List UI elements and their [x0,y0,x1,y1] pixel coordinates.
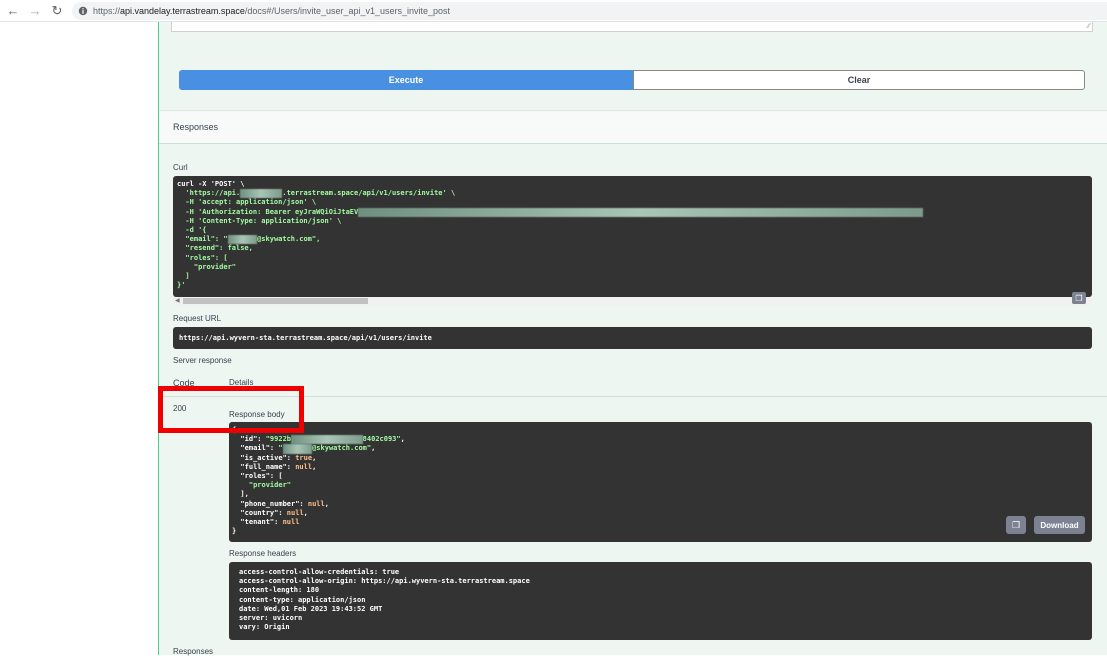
resize-grip-icon[interactable]: ∕∕ [1088,23,1090,30]
server-response-label: Server response [173,356,232,365]
url-path: /docs#/Users/invite_user_api_v1_users_in… [244,6,451,16]
curl-line: -d '{ [177,226,207,235]
operation-panel: ∕∕ Execute Clear Responses Curl curl -X … [158,22,1107,656]
clear-button[interactable]: Clear [633,70,1085,90]
curl-line: .terrastream.space/api/v1/users/invite' … [282,189,456,198]
header-line: server: uvicorn [239,614,303,623]
curl-line: }' [177,281,186,290]
request-url-value: https://api.wyvern-sta.terrastream.space… [179,334,432,342]
curl-line: -H 'Authorization: Bearer eyJraWQiOiJtaE… [177,207,359,216]
response-is-active: true [295,453,313,462]
response-id-prefix: "9922b [265,435,292,444]
request-url-block[interactable]: https://api.wyvern-sta.terrastream.space… [173,327,1092,349]
header-line: content-type: application/json [239,595,366,604]
response-email-suffix: @skywatch.com" [312,444,372,453]
response-role: "provider" [248,481,292,490]
header-line: vary: Origin [239,623,290,632]
url-host: api.vandelay.terrastream.space [120,6,245,16]
response-full-name: null [295,462,313,471]
curl-line: ] [177,272,190,281]
response-tenant: null [282,518,300,527]
site-info-icon[interactable] [78,6,88,16]
copy-curl-icon[interactable]: ❐ [1072,292,1086,304]
curl-line: "roles": [ [177,253,228,262]
curl-line: -H 'accept: application/json' \ [177,198,317,207]
copy-response-icon[interactable]: ❐ [1006,516,1026,534]
scrollbar-thumb[interactable] [183,298,368,304]
forward-arrow-icon[interactable]: → [26,2,44,20]
curl-line: @skywatch.com", [257,235,321,244]
scroll-left-icon[interactable]: ◀ [175,297,180,304]
response-headers-label: Response headers [229,549,297,558]
curl-line: "resend": false, [177,244,253,253]
request-url-label: Request URL [173,314,222,323]
execute-button[interactable]: Execute [179,70,633,90]
curl-line: 'https://api. [177,189,241,198]
reload-icon[interactable]: ↻ [48,2,66,20]
curl-horizontal-scrollbar[interactable]: ◀ [173,297,1092,305]
curl-line: curl -X 'POST' \ [177,180,245,188]
responses-section-header: Responses [159,110,1107,144]
header-line: access-control-allow-credentials: true [239,568,400,576]
responses-title: Responses [173,122,219,132]
curl-code-block[interactable]: curl -X 'POST' \ 'https://api.xxxxxxxxxx… [173,176,1092,297]
redacted-token: xxxxxxxxxxxxxxxxxxxxxxxxxxxxxxxxxxxxxxxx… [358,207,923,217]
response-country: null [286,508,304,517]
redacted-id: xxxxxxxxxxxxxxxxx [291,435,363,445]
response-id-suffix: 8402c093" [362,435,401,444]
redacted-text: xxxxxxxxxx [240,189,283,199]
redacted-email: xxxxxxx [282,444,313,454]
execute-clear-row: Execute Clear [179,70,1085,90]
download-button[interactable]: Download [1034,516,1085,534]
request-body-textarea[interactable]: ∕∕ [171,22,1093,32]
header-line: content-length: 180 [239,586,320,595]
browser-toolbar: ← → ↻ https://api.vandelay.terrastream.s… [0,0,1107,22]
response-phone-number: null [307,499,325,508]
curl-line: -H 'Content-Type: application/json' \ [177,216,342,225]
response-body-block[interactable]: { "id": "9922bxxxxxxxxxxxxxxxxx8402c093"… [229,422,1092,542]
curl-line: "email": " [177,235,228,244]
curl-label: Curl [173,163,188,172]
highlight-annotation-box [158,386,304,433]
header-line: access-control-allow-origin: https://api… [239,577,530,586]
address-bar[interactable]: https://api.vandelay.terrastream.space/d… [72,2,1107,20]
header-line: date: Wed,01 Feb 2023 19:43:52 GMT [239,604,383,613]
back-arrow-icon[interactable]: ← [4,2,22,20]
url-prefix: https:// [93,6,121,16]
curl-line: "provider" [177,262,237,271]
response-headers-block[interactable]: access-control-allow-credentials: true a… [229,562,1092,640]
redacted-email: xxxxxxx [227,235,258,245]
